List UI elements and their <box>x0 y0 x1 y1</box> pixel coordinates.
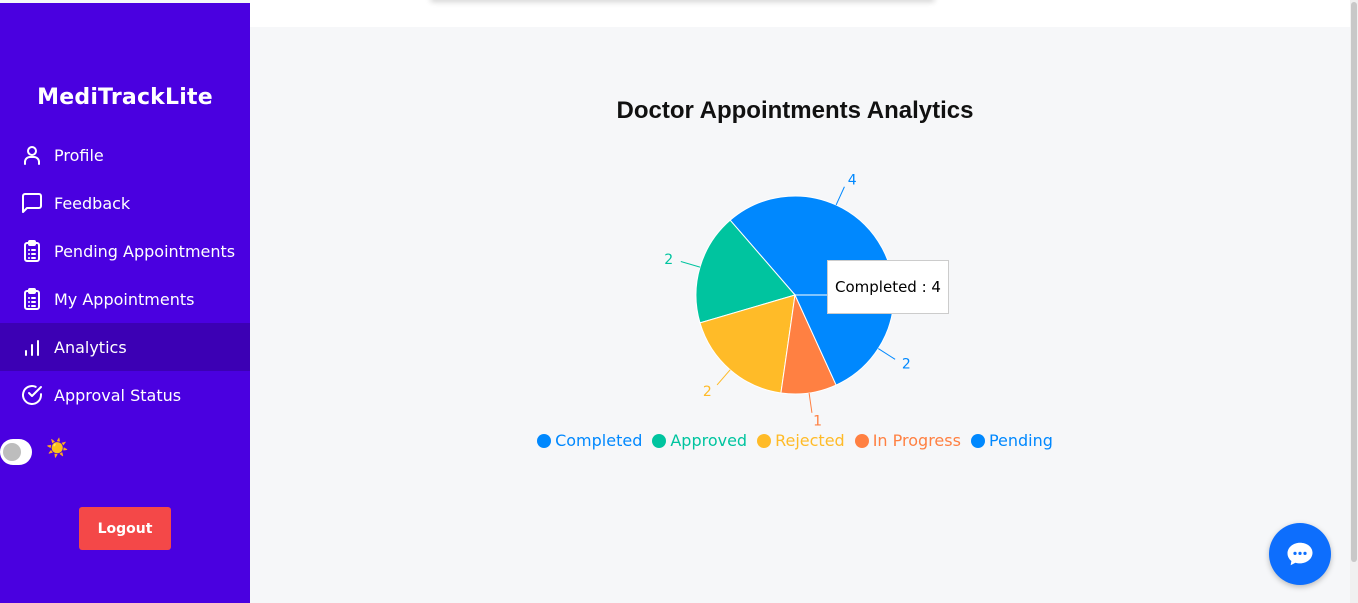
legend-item[interactable]: In Progress <box>854 431 961 450</box>
legend-dot <box>757 433 772 448</box>
sun-icon: ☀️ <box>46 437 69 459</box>
legend-label: In Progress <box>872 431 961 450</box>
legend-dot <box>970 433 985 448</box>
legend-item[interactable]: Pending <box>970 431 1053 450</box>
legend-label: Rejected <box>775 431 845 450</box>
sidebar-item-label: Feedback <box>54 193 131 213</box>
pie-chart: 4 2 2 1 2 <box>664 172 911 430</box>
top-bar <box>250 0 1358 27</box>
pie-data-label: 2 <box>902 357 911 373</box>
sidebar-item-analytics[interactable]: Analytics <box>0 323 250 371</box>
theme-toggle-row: ☀️ <box>0 437 69 465</box>
legend-dot <box>652 433 667 448</box>
scrollbar-thumb[interactable] <box>1351 2 1357 562</box>
legend-item[interactable]: Approved <box>652 431 747 450</box>
user-icon <box>24 146 40 165</box>
sidebar-item-label: My Appointments <box>54 289 195 309</box>
sidebar-item-feedback[interactable]: Feedback <box>0 179 250 227</box>
theme-toggle[interactable] <box>0 439 32 465</box>
legend-label: Completed <box>555 431 643 450</box>
sidebar-item-label: Profile <box>54 145 104 165</box>
clipboard-list-icon <box>24 240 40 262</box>
clipboard-list-icon <box>24 288 40 310</box>
pie-label-line <box>878 348 896 360</box>
chat-icon <box>1287 542 1313 566</box>
sidebar: MediTrackLite Profile Feedback Pending A… <box>0 3 250 603</box>
sidebar-item-my-appointments[interactable]: My Appointments <box>0 275 250 323</box>
toggle-knob <box>3 443 21 461</box>
chart-tooltip: Completed : 4 <box>827 260 949 314</box>
chat-button[interactable] <box>1269 523 1331 585</box>
pie-data-label: 4 <box>848 172 857 188</box>
scrollbar[interactable] <box>1350 0 1358 603</box>
brand-title: MediTrackLite <box>37 85 213 110</box>
pie-label-line <box>680 260 701 268</box>
pie-label-line <box>835 186 845 206</box>
legend-dot <box>537 433 552 448</box>
chart-legend: Completed Approved Rejected In Progress Pend… <box>250 431 1340 450</box>
pie-data-label: 2 <box>703 384 712 400</box>
sidebar-item-pending-appointments[interactable]: Pending Appointments <box>0 227 250 275</box>
logout-button[interactable]: Logout <box>79 507 171 550</box>
pie-data-label: 2 <box>664 252 673 268</box>
check-circle-icon <box>22 385 42 405</box>
sidebar-item-profile[interactable]: Profile <box>0 131 250 179</box>
bar-chart-icon <box>25 340 39 356</box>
legend-dot <box>854 433 869 448</box>
sidebar-item-approval-status[interactable]: Approval Status <box>0 371 250 419</box>
pie-data-label: 1 <box>813 414 822 430</box>
sidebar-item-label: Pending Appointments <box>54 241 236 261</box>
sidebar-item-label: Analytics <box>54 337 127 357</box>
sidebar-nav: Profile Feedback Pending Appointments My… <box>0 131 250 419</box>
sidebar-item-label: Approval Status <box>54 385 182 405</box>
legend-item[interactable]: Rejected <box>757 431 845 450</box>
pie-label-line <box>716 369 731 386</box>
main-content: Doctor Appointments Analytics 42212 Comp… <box>250 27 1350 603</box>
legend-label: Approved <box>670 431 748 450</box>
legend-label: Pending <box>988 431 1053 450</box>
legend-item[interactable]: Completed <box>537 431 642 450</box>
message-square-icon <box>22 193 42 213</box>
pie-label-line <box>808 392 813 413</box>
